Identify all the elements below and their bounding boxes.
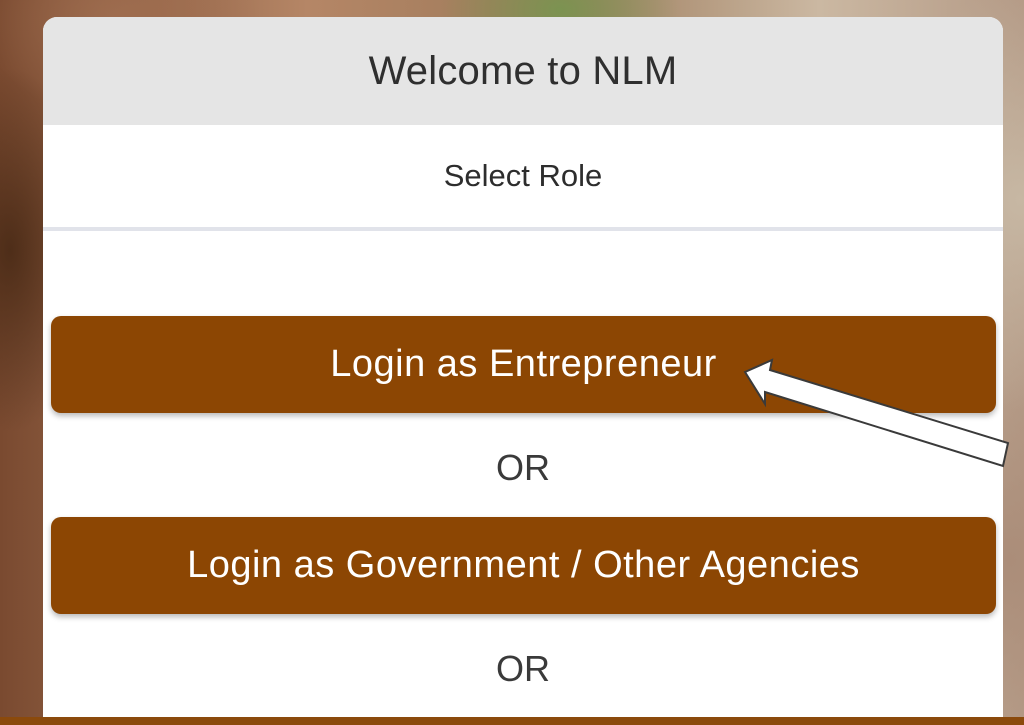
- select-role-label: Select Role: [443, 158, 603, 193]
- or-separator: OR: [496, 447, 550, 488]
- login-entrepreneur-button[interactable]: Login as Entrepreneur: [51, 316, 996, 413]
- or-separator: OR: [496, 648, 550, 689]
- login-government-button[interactable]: Login as Government / Other Agencies: [51, 517, 996, 614]
- select-role-row: Select Role: [43, 125, 1003, 231]
- bottom-accent-bar: [0, 717, 1024, 725]
- role-selection-dialog: Welcome to NLM Select Role Login as Entr…: [43, 17, 1003, 717]
- dialog-header: Welcome to NLM: [43, 17, 1003, 125]
- dialog-title: Welcome to NLM: [368, 48, 678, 93]
